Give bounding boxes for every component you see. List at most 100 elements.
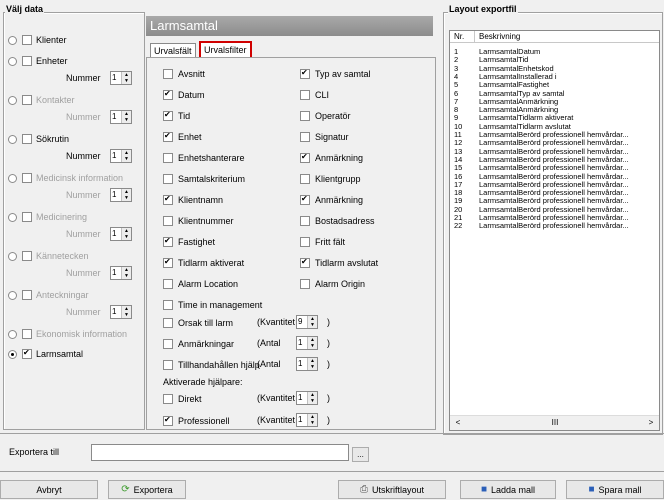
- quantity-spinner[interactable]: 1 ▲ ▼: [296, 336, 318, 350]
- quantity-spinner[interactable]: 1 ▲ ▼: [296, 357, 318, 371]
- scroll-left-icon[interactable]: <: [452, 417, 464, 429]
- checkbox-icon[interactable]: [163, 110, 173, 121]
- option-left-8[interactable]: Fastighet: [163, 235, 215, 248]
- quantity-spinner-value[interactable]: 1: [297, 337, 307, 349]
- option-right-1[interactable]: CLI: [300, 88, 329, 101]
- checkbox-icon[interactable]: [163, 173, 173, 184]
- col-desc-header[interactable]: Beskrivning: [479, 31, 520, 42]
- helper-row-1[interactable]: Professionell: [163, 414, 230, 427]
- option-right-10[interactable]: Alarm Origin: [300, 277, 365, 290]
- option-left-10[interactable]: Alarm Location: [163, 277, 238, 290]
- checkbox-icon[interactable]: [163, 68, 173, 79]
- quantity-spinner-value[interactable]: 1: [297, 392, 307, 404]
- export-path-input[interactable]: [91, 444, 349, 461]
- option-left-11[interactable]: Time in management: [163, 298, 262, 311]
- checkbox-icon[interactable]: [163, 215, 173, 226]
- option-right-3[interactable]: Signatur: [300, 130, 349, 143]
- checkbox-icon[interactable]: [300, 215, 310, 226]
- quantity-spinner-value[interactable]: 9: [297, 316, 307, 328]
- scroll-thumb[interactable]: III: [540, 417, 570, 429]
- option-left-9[interactable]: Tidlarm aktiverat: [163, 256, 244, 269]
- helper-row-0[interactable]: Direkt: [163, 392, 202, 405]
- col-nr-header[interactable]: Nr.: [454, 31, 464, 42]
- option-right-6[interactable]: Anmärkning: [300, 193, 363, 206]
- checkbox-icon[interactable]: [300, 236, 310, 247]
- close-paren: ): [327, 317, 330, 327]
- checkbox-icon[interactable]: [163, 236, 173, 247]
- checkbox-icon[interactable]: [163, 415, 173, 426]
- option-left-1[interactable]: Datum: [163, 88, 205, 101]
- checkbox-icon[interactable]: [163, 299, 173, 310]
- option-right-9[interactable]: Tidlarm avslutat: [300, 256, 378, 269]
- option-right-2[interactable]: Operatör: [300, 109, 351, 122]
- options-area: Avsnitt Datum Tid Enhet Enhetshanterare Samta…: [0, 0, 440, 430]
- checkbox-icon[interactable]: [163, 317, 173, 328]
- option-right-5[interactable]: Klientgrupp: [300, 172, 361, 185]
- quantity-spinner-value[interactable]: 1: [297, 358, 307, 370]
- option-left-6[interactable]: Klientnamn: [163, 193, 223, 206]
- list-item-desc: LarmsamtalBerörd professionell hemvårdar…: [479, 163, 629, 173]
- quantity-spinner[interactable]: 9 ▲ ▼: [296, 315, 318, 329]
- option-label: Professionell: [178, 415, 230, 426]
- checkbox-icon[interactable]: [163, 131, 173, 142]
- checkbox-icon[interactable]: [300, 194, 310, 205]
- option-right-7[interactable]: Bostadsadress: [300, 214, 375, 227]
- quantity-spinner-arrows[interactable]: ▲ ▼: [307, 337, 317, 349]
- checkbox-icon[interactable]: [300, 278, 310, 289]
- checkbox-icon[interactable]: [163, 278, 173, 289]
- count-row-0[interactable]: Orsak till larm: [163, 316, 233, 329]
- checkbox-icon[interactable]: [300, 89, 310, 100]
- list-item[interactable]: 15 LarmsamtalBerörd professionell hemvård…: [450, 164, 659, 172]
- option-label: Orsak till larm: [178, 317, 234, 328]
- checkbox-icon[interactable]: [300, 110, 310, 121]
- horizontal-scrollbar[interactable]: < III >: [450, 415, 659, 430]
- spin-down-icon[interactable]: ▼: [308, 364, 317, 370]
- quantity-spinner[interactable]: 1 ▲ ▼: [296, 413, 318, 427]
- checkbox-icon[interactable]: [300, 152, 310, 163]
- quantity-spinner-value[interactable]: 1: [297, 414, 307, 426]
- checkbox-icon[interactable]: [163, 393, 173, 404]
- list-item[interactable]: 22 LarmsamtalBerörd professionell hemvård…: [450, 222, 659, 230]
- quantity-spinner[interactable]: 1 ▲ ▼: [296, 391, 318, 405]
- print-layout-button[interactable]: ⎙ Utskriftlayout: [338, 480, 446, 499]
- checkbox-icon[interactable]: [163, 89, 173, 100]
- checkbox-icon[interactable]: [300, 131, 310, 142]
- checkbox-icon[interactable]: [163, 359, 173, 370]
- checkbox-icon[interactable]: [300, 173, 310, 184]
- count-row-1[interactable]: Anmärkningar: [163, 337, 234, 350]
- checkbox-icon[interactable]: [163, 338, 173, 349]
- option-left-0[interactable]: Avsnitt: [163, 67, 205, 80]
- option-right-0[interactable]: Typ av samtal: [300, 67, 371, 80]
- option-left-5[interactable]: Samtalskriterium: [163, 172, 245, 185]
- scroll-right-icon[interactable]: >: [645, 417, 657, 429]
- option-right-8[interactable]: Fritt fält: [300, 235, 345, 248]
- option-left-2[interactable]: Tid: [163, 109, 190, 122]
- checkbox-icon[interactable]: [300, 257, 310, 268]
- checkbox-icon[interactable]: [163, 257, 173, 268]
- export-button[interactable]: ⟳ Exportera: [108, 480, 186, 499]
- checkbox-icon[interactable]: [300, 68, 310, 79]
- spin-down-icon[interactable]: ▼: [308, 398, 317, 404]
- quantity-spinner-arrows[interactable]: ▲ ▼: [307, 414, 317, 426]
- layout-list[interactable]: Nr. Beskrivning 1 LarmsamtalDatum 2 Larmsam…: [449, 30, 660, 431]
- quantity-spinner-arrows[interactable]: ▲ ▼: [307, 392, 317, 404]
- option-left-3[interactable]: Enhet: [163, 130, 202, 143]
- checkbox-icon[interactable]: [163, 194, 173, 205]
- spin-down-icon[interactable]: ▼: [308, 343, 317, 349]
- load-template-button[interactable]: ■ Ladda mall: [460, 480, 556, 499]
- quantity-spinner-arrows[interactable]: ▲ ▼: [307, 316, 317, 328]
- option-right-4[interactable]: Anmärkning: [300, 151, 363, 164]
- checkbox-icon[interactable]: [163, 152, 173, 163]
- option-label: Tidlarm avslutat: [315, 257, 379, 268]
- browse-button[interactable]: ...: [352, 447, 369, 462]
- list-item[interactable]: 5 LarmsamtalFastighet: [450, 81, 659, 89]
- quantity-spinner-arrows[interactable]: ▲ ▼: [307, 358, 317, 370]
- count-row-2[interactable]: Tillhandahållen hjälp: [163, 358, 260, 371]
- cancel-button[interactable]: Avbryt: [0, 480, 98, 499]
- option-left-4[interactable]: Enhetshanterare: [163, 151, 245, 164]
- spin-down-icon[interactable]: ▼: [308, 322, 317, 328]
- option-left-7[interactable]: Klientnummer: [163, 214, 234, 227]
- save-template-button[interactable]: ■ Spara mall: [566, 480, 664, 499]
- spin-down-icon[interactable]: ▼: [308, 420, 317, 426]
- quantity-label: (Antal: [257, 359, 281, 369]
